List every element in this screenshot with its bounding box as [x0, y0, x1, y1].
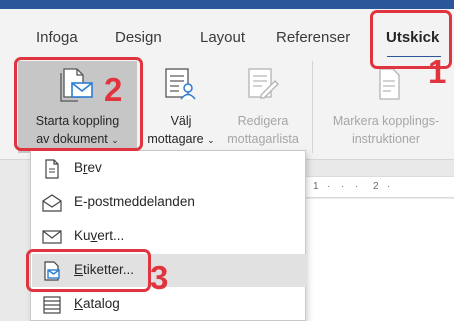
annotation-number-3: 3	[150, 259, 169, 296]
tab-infoga[interactable]: Infoga	[36, 29, 78, 46]
edit-recipient-list-label-2: mottagarlista	[227, 132, 299, 146]
menu-item-letters-label: Brev	[74, 160, 102, 175]
menu-item-letters[interactable]: Brev	[32, 152, 306, 185]
start-mail-merge-dropdown: Brev E-postmeddelanden Kuvert... Etikett…	[30, 150, 306, 321]
highlight-merge-fields-label-1: Markera kopplings-	[332, 114, 440, 128]
annotation-number-2: 2	[104, 71, 123, 108]
select-recipients-button[interactable]: Välj mottagare ⌄	[140, 61, 222, 153]
select-recipients-label-2: mottagare ⌄	[147, 132, 215, 146]
menu-item-directory[interactable]: Katalog	[32, 288, 306, 321]
envelope-icon	[42, 230, 62, 244]
title-bar	[0, 0, 454, 9]
directory-icon	[43, 296, 61, 314]
annotation-box-labels	[26, 249, 151, 292]
chevron-down-icon: ⌄	[207, 135, 215, 145]
select-recipients-icon	[165, 68, 196, 100]
edit-recipient-list-label-1: Redigera	[237, 114, 289, 128]
annotation-number-1: 1	[428, 53, 447, 90]
tab-design[interactable]: Design	[115, 29, 162, 46]
tab-referenser[interactable]: Referenser	[276, 29, 350, 46]
ruler-tick-2: 2	[373, 181, 379, 192]
annotation-box-start-merge	[14, 57, 143, 151]
select-recipients-label-1: Välj	[170, 114, 192, 128]
highlight-merge-fields-label-2: instruktioner	[351, 132, 421, 146]
menu-item-email[interactable]: E-postmeddelanden	[32, 186, 306, 219]
ruler-tick-1: 1	[313, 181, 319, 192]
document-icon	[45, 159, 59, 179]
ribbon-separator	[312, 61, 313, 153]
edit-list-icon	[248, 68, 279, 99]
menu-item-email-label: E-postmeddelanden	[74, 194, 195, 209]
highlight-fields-icon	[379, 68, 400, 100]
email-icon	[42, 194, 62, 212]
edit-recipient-list-button[interactable]: Redigera mottagarlista	[222, 61, 304, 153]
menu-item-directory-label: Katalog	[74, 296, 120, 311]
tab-layout[interactable]: Layout	[200, 29, 245, 46]
menu-item-envelopes-label: Kuvert...	[74, 228, 125, 243]
